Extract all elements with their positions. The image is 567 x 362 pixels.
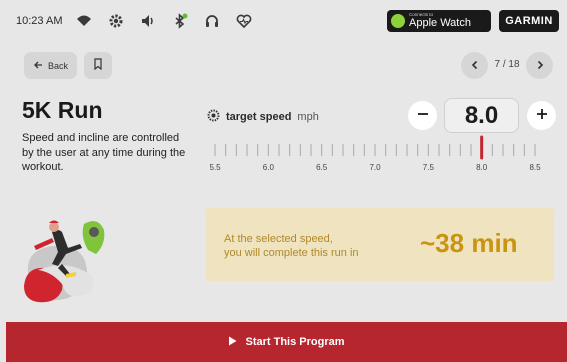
chevron-right-icon	[535, 57, 545, 75]
estimated-duration: ~38 min	[420, 228, 518, 258]
apple-watch-icon	[391, 14, 405, 28]
wifi-icon[interactable]	[76, 13, 92, 29]
back-label: Back	[47, 60, 68, 71]
speed-slider[interactable]: 5.5 6.0 6.5 7.0 7.5 8.0 8.5	[205, 134, 550, 179]
program-title: 5K Run	[22, 97, 103, 123]
garmin-button[interactable]: GARMIN	[499, 10, 559, 32]
bluetooth-icon[interactable]	[172, 13, 188, 29]
scale-label: 7.0	[369, 163, 381, 172]
scale-label: 7.5	[423, 163, 435, 172]
speed-gauge-icon	[207, 109, 220, 125]
speed-value[interactable]: 8.0	[444, 98, 519, 133]
headphones-icon[interactable]	[204, 13, 220, 29]
bookmark-button[interactable]	[84, 52, 112, 79]
heart-rate-icon[interactable]	[236, 13, 252, 29]
time-estimate-panel: At the selected speed, you will complete…	[206, 208, 554, 281]
gear-icon[interactable]	[108, 13, 124, 29]
page-indicator: 7 / 18	[494, 59, 520, 70]
runner-illustration	[22, 210, 126, 305]
back-button[interactable]: Back	[24, 52, 77, 79]
apple-watch-label: Apple Watch	[409, 16, 471, 29]
previous-page-button[interactable]	[461, 52, 488, 79]
bookmark-icon	[93, 57, 103, 75]
arrow-left-icon	[33, 60, 43, 72]
start-program-label: Start This Program	[245, 336, 345, 348]
scale-label: 5.5	[209, 163, 221, 172]
estimate-text-line-1: At the selected speed,	[224, 233, 333, 245]
apple-watch-button[interactable]: Connects to Apple Watch	[387, 10, 491, 32]
status-bar: 10:23 AM Connects to Apple Watch GARMIN	[0, 0, 567, 42]
start-program-button[interactable]: Start This Program	[6, 322, 567, 362]
play-icon	[228, 336, 237, 349]
minus-icon	[417, 107, 429, 125]
increase-speed-button[interactable]	[527, 101, 556, 130]
scale-label: 6.0	[263, 163, 275, 172]
scale-label: 8.5	[529, 163, 541, 172]
volume-icon[interactable]	[140, 13, 156, 29]
next-page-button[interactable]	[526, 52, 553, 79]
speed-label: target speed mph	[207, 109, 319, 125]
speed-unit: mph	[297, 111, 319, 123]
chevron-left-icon	[470, 57, 480, 75]
clock: 10:23 AM	[16, 15, 63, 27]
estimate-text: At the selected speed, you will complete…	[224, 232, 359, 260]
scale-label: 8.0	[476, 163, 488, 172]
plus-icon	[536, 107, 548, 125]
program-description: Speed and incline are controlled by the …	[22, 132, 186, 173]
speed-label-text: target speed	[226, 111, 292, 123]
decrease-speed-button[interactable]	[408, 101, 437, 130]
estimate-text-line-2: you will complete this run in	[224, 247, 359, 259]
scale-label: 6.5	[316, 163, 328, 172]
